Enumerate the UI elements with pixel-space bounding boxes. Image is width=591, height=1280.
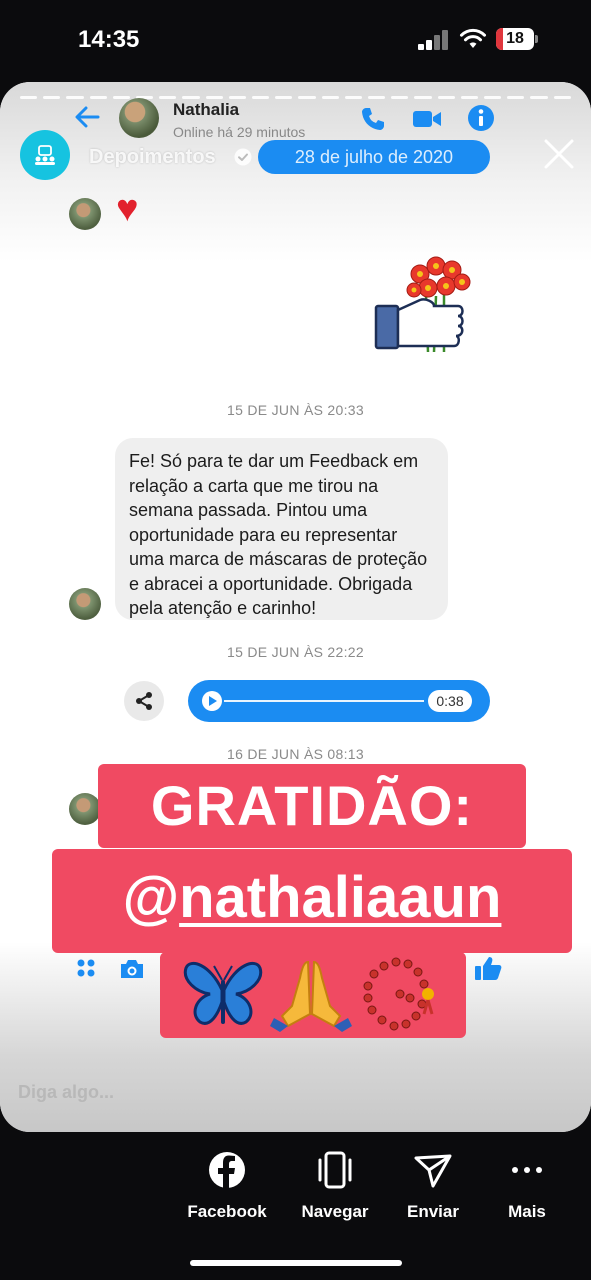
share-icon	[136, 692, 152, 710]
contact-name: Nathalia	[173, 100, 240, 119]
share-button	[124, 681, 164, 721]
phone-call-icon	[362, 108, 384, 130]
more-button[interactable]: Mais	[472, 1140, 582, 1222]
more-label: Mais	[508, 1202, 546, 1221]
facebook-button[interactable]: Facebook	[172, 1140, 282, 1222]
sticker-title: GRATIDÃO:	[150, 774, 474, 837]
browse-button[interactable]: Navegar	[280, 1140, 390, 1222]
message-timestamp: 15 DE JUN ÀS 22:22	[227, 644, 364, 660]
audio-duration: 0:38	[428, 690, 472, 712]
status-time: 14:35	[78, 26, 140, 53]
status-bar: 14:35 18	[0, 0, 591, 80]
contact-avatar	[119, 98, 159, 138]
audio-progress-track	[224, 700, 424, 702]
verified-badge-icon	[234, 148, 252, 166]
story-card[interactable]: Nathalia Online há 29 minutos Depoimento…	[0, 82, 591, 1132]
sender-avatar	[69, 793, 101, 825]
phone-browse-icon	[318, 1151, 352, 1189]
story-account-name[interactable]: Depoimentos	[89, 146, 216, 169]
heart-emoji: ♥	[116, 188, 139, 230]
contact-status: Online há 29 minutos	[173, 124, 306, 140]
browse-label: Navegar	[301, 1202, 369, 1221]
screen: 14:35 18 Nathalia Online há 29 minutos D…	[0, 0, 591, 1280]
send-icon	[414, 1154, 452, 1188]
composer-placeholder: Diga algo...	[18, 1082, 115, 1102]
cellular-signal-icon	[418, 30, 452, 50]
home-indicator[interactable]	[190, 1260, 402, 1266]
prayer-beads-icon	[363, 957, 434, 1031]
sender-avatar	[69, 588, 101, 620]
thumbs-up-flowers-sticker	[374, 256, 471, 353]
praying-hands-icon	[270, 960, 352, 1032]
more-icon	[512, 1167, 542, 1173]
message-bubble: Fe! Só para te dar um Feedback em relaçã…	[115, 438, 448, 620]
sender-avatar	[69, 198, 101, 230]
video-call-icon	[413, 111, 441, 127]
message-timestamp: 16 DE JUN ÀS 08:13	[227, 746, 364, 762]
facebook-label: Facebook	[187, 1202, 267, 1221]
wifi-icon	[460, 28, 486, 48]
story-account-avatar[interactable]	[20, 130, 70, 180]
story-date-label: 28 de julho de 2020	[258, 140, 490, 174]
battery-icon: 18	[496, 28, 538, 50]
apps-icon	[77, 959, 95, 977]
sticker-mention[interactable]: @nathaliaaun	[52, 858, 572, 938]
battery-level: 18	[506, 30, 524, 47]
info-icon	[468, 105, 494, 131]
like-icon	[475, 957, 502, 980]
camera-icon	[121, 960, 143, 978]
story-action-bar: Facebook Navegar Enviar Mais	[0, 1140, 591, 1240]
message-timestamp: 15 DE JUN ÀS 20:33	[227, 402, 364, 418]
facebook-icon	[209, 1152, 245, 1188]
mention-handle: nathaliaaun	[179, 865, 502, 930]
audio-message: 0:38	[188, 680, 490, 722]
close-icon[interactable]	[543, 138, 575, 170]
mention-prefix: @	[122, 865, 180, 930]
butterfly-icon	[183, 962, 263, 1025]
group-icon	[35, 145, 55, 165]
play-icon	[202, 691, 222, 711]
back-arrow-icon	[75, 106, 100, 128]
